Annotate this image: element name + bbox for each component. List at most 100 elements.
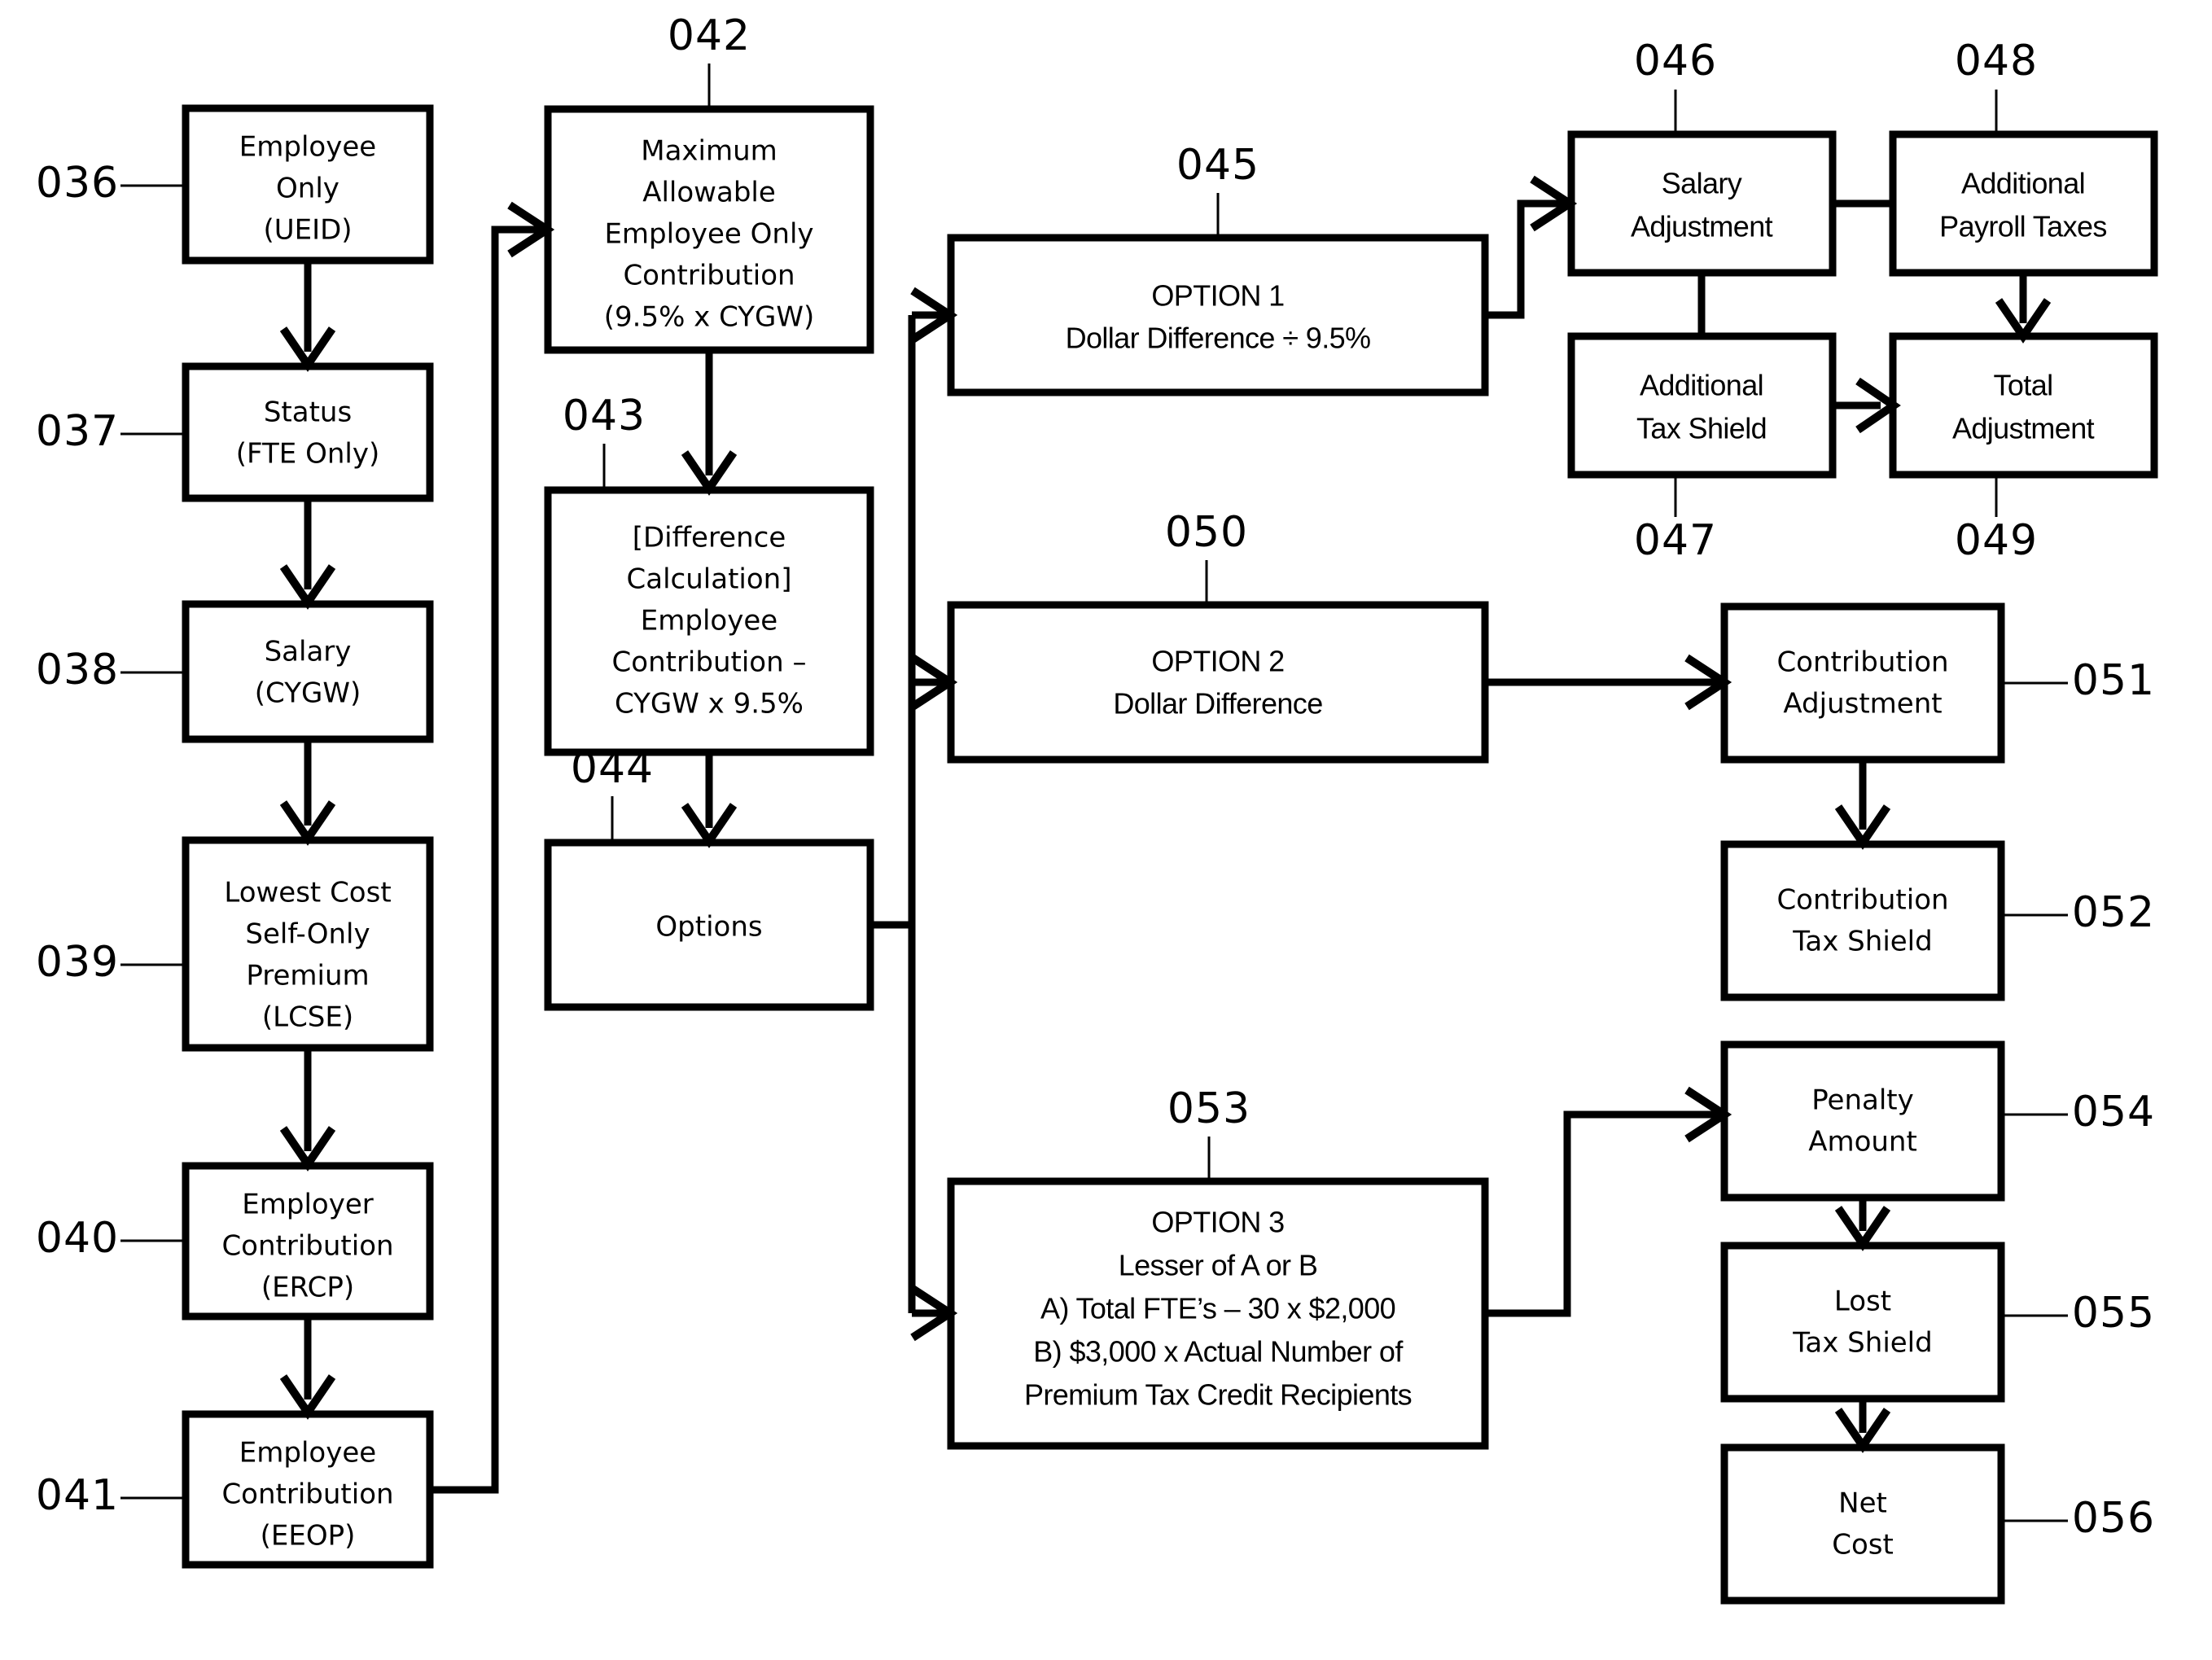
connector-048-049: [1995, 273, 2052, 344]
node-box-054: [1720, 1040, 2005, 1202]
node-053-line-3: B) $3,000 x Actual Number of: [1033, 1335, 1404, 1369]
node-043-line-1: Calculation]: [627, 563, 792, 596]
ref-056: 056: [2072, 1494, 2155, 1543]
node-053: OPTION 3 Lesser of A or B A) Total FTE’s…: [947, 1084, 1489, 1450]
ref-047: 047: [1634, 516, 1717, 565]
ref-044: 044: [571, 744, 654, 793]
node-040-line-0: Employer: [242, 1189, 373, 1221]
connector-043-044: [681, 752, 738, 848]
node-053-line-4: Premium Tax Credit Recipients: [1024, 1378, 1412, 1412]
node-box-056: [1720, 1443, 2005, 1605]
ref-036: 036: [36, 159, 119, 208]
node-box-050: [947, 601, 1489, 764]
node-047-line-0: Additional: [1640, 369, 1763, 402]
node-054: Penalty Amount 054: [1720, 1040, 2155, 1202]
node-043-line-2: Employee: [641, 605, 777, 637]
node-040: Employer Contribution (ERCP) 040: [36, 1162, 434, 1321]
node-038: Salary (CYGW) 038: [36, 600, 434, 743]
node-053-line-0: OPTION 3: [1151, 1206, 1284, 1239]
ref-042: 042: [668, 11, 751, 60]
node-039: Lowest Cost Self-Only Premium (LCSE) 039: [36, 836, 434, 1052]
node-043-line-0: [Difference: [633, 522, 786, 554]
connector-039-040: [279, 1048, 336, 1172]
ref-054: 054: [2072, 1088, 2155, 1137]
node-036-line-0: Employee: [239, 131, 376, 164]
node-050-line-0: OPTION 2: [1151, 645, 1284, 678]
node-037-line-1: (FTE Only): [236, 438, 379, 471]
ref-038: 038: [36, 646, 119, 694]
node-box-046: [1567, 130, 1837, 277]
node-053-line-2: A) Total FTE’s – 30 x $2,000: [1040, 1292, 1395, 1325]
node-047: Additional Tax Shield 047: [1567, 332, 1837, 565]
node-054-line-0: Penalty: [1811, 1084, 1914, 1117]
node-045-line-1: Dollar Difference ÷ 9.5%: [1066, 322, 1371, 355]
ref-055: 055: [2072, 1289, 2155, 1338]
connector-040-041: [279, 1316, 336, 1420]
ref-052: 052: [2072, 888, 2155, 937]
node-055-line-1: Tax Shield: [1792, 1327, 1932, 1360]
node-052-line-0: Contribution: [1776, 884, 1948, 917]
node-056: Net Cost 056: [1720, 1443, 2155, 1605]
node-box-055: [1720, 1242, 2005, 1403]
node-box-037: [182, 362, 434, 502]
node-box-051: [1720, 602, 2005, 764]
node-042-line-2: Employee Only: [604, 218, 813, 251]
node-042-line-3: Contribution: [623, 260, 795, 292]
connector-051-052: [1834, 760, 1891, 850]
node-038-line-0: Salary: [265, 636, 352, 668]
node-055: Lost Tax Shield 055: [1720, 1242, 2155, 1403]
node-042: Maximum Allowable Employee Only Contribu…: [544, 11, 874, 354]
ref-043: 043: [563, 392, 646, 440]
node-037-line-0: Status: [264, 396, 352, 429]
ref-051: 051: [2072, 656, 2155, 705]
connector-036-037: [279, 261, 336, 372]
connector-044-options-bus: [870, 287, 958, 1342]
node-042-line-1: Allowable: [642, 177, 776, 209]
ref-053: 053: [1167, 1084, 1251, 1133]
connector-050-051: [1485, 654, 1732, 711]
connector-041-042: [430, 201, 555, 1494]
node-056-line-0: Net: [1838, 1487, 1887, 1520]
ref-039: 039: [36, 938, 119, 987]
node-box-038: [182, 600, 434, 743]
connector-055-056: [1834, 1399, 1891, 1453]
ref-045: 045: [1176, 141, 1259, 190]
node-050: OPTION 2 Dollar Difference 050: [947, 508, 1489, 764]
node-box-048: [1889, 130, 2158, 277]
node-042-line-4: (9.5% x CYGW): [604, 301, 815, 334]
node-box-045: [947, 234, 1489, 396]
node-046: Salary Adjustment 046: [1567, 37, 1837, 277]
node-036: Employee Only (UEID) 036: [36, 104, 434, 265]
node-051: Contribution Adjustment 051: [1720, 602, 2155, 764]
node-box-047: [1567, 332, 1837, 479]
ref-048: 048: [1955, 37, 2038, 85]
node-045: OPTION 1 Dollar Difference ÷ 9.5% 045: [947, 141, 1489, 396]
node-045-line-0: OPTION 1: [1151, 279, 1284, 313]
node-036-line-2: (UEID): [263, 214, 352, 247]
node-047-line-1: Tax Shield: [1636, 412, 1767, 445]
node-052: Contribution Tax Shield 052: [1720, 840, 2155, 1001]
node-053-line-1: Lesser of A or B: [1119, 1249, 1318, 1282]
node-040-line-2: (ERCP): [261, 1272, 354, 1304]
node-039-line-3: (LCSE): [262, 1001, 353, 1034]
node-055-line-0: Lost: [1834, 1286, 1891, 1318]
node-046-line-1: Adjustment: [1631, 210, 1773, 243]
node-040-line-1: Contribution: [221, 1230, 393, 1263]
node-039-line-2: Premium: [246, 960, 369, 992]
node-041-line-2: (EEOP): [261, 1520, 356, 1553]
node-box-049: [1889, 332, 2158, 479]
connector-053-054: [1485, 1086, 1732, 1317]
ref-041: 041: [36, 1471, 119, 1520]
node-046-line-0: Salary: [1662, 167, 1742, 200]
ref-046: 046: [1634, 37, 1717, 85]
node-051-line-1: Adjustment: [1783, 688, 1942, 721]
flowchart-svg: Employee Only (UEID) 036 Status (FTE Onl…: [36, 11, 2158, 1605]
node-036-line-1: Only: [276, 173, 339, 205]
ref-049: 049: [1955, 516, 2038, 565]
connector-038-039: [279, 739, 336, 846]
node-049-line-1: Adjustment: [1952, 412, 2095, 445]
node-041: Employee Contribution (EEOP) 041: [36, 1410, 434, 1569]
ref-040: 040: [36, 1214, 119, 1263]
node-048: Additional Payroll Taxes 048: [1889, 37, 2158, 277]
node-039-line-0: Lowest Cost: [224, 877, 391, 909]
